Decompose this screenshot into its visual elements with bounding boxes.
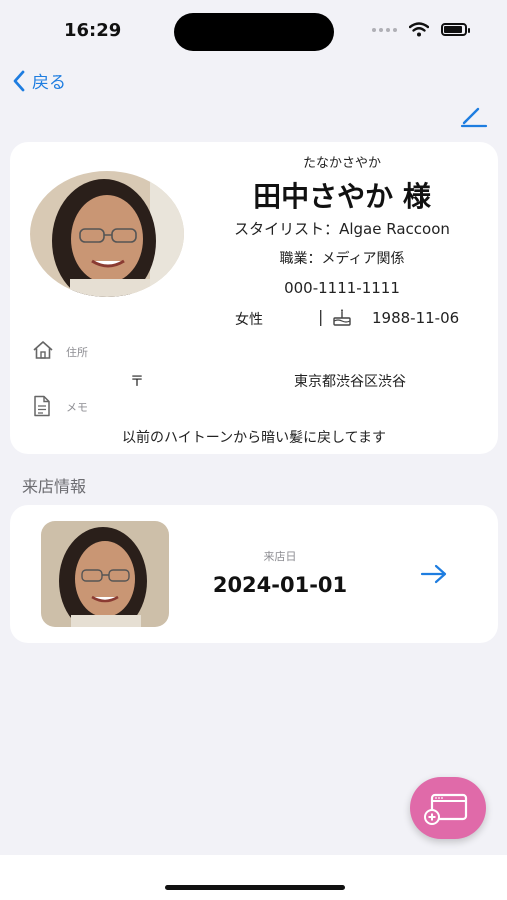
- postal-mark: 〒: [130, 374, 144, 390]
- customer-name-line: 田中さやか 様: [210, 175, 474, 215]
- address-value: 東京都渋谷区渋谷: [294, 374, 406, 390]
- visits-section-title: 来店情報: [22, 477, 87, 496]
- back-button[interactable]: 戻る: [12, 68, 66, 93]
- pencil-icon: [460, 107, 488, 128]
- wifi-icon: [409, 22, 429, 37]
- address-label: 住所: [66, 346, 88, 359]
- document-icon: [34, 395, 50, 417]
- bottom-bar: [0, 855, 507, 900]
- status-time: 16:29: [64, 20, 122, 41]
- add-window-icon: [424, 793, 468, 825]
- battery-icon: [441, 23, 470, 36]
- stylist-info: スタイリスト：Algae Raccoon: [234, 220, 450, 238]
- separator: |: [318, 307, 324, 326]
- visit-date-label: 来店日: [263, 550, 297, 563]
- visit-photo: [41, 521, 169, 627]
- memo-label: メモ: [66, 401, 88, 414]
- dynamic-island: [174, 13, 334, 51]
- cake-icon: [333, 309, 351, 326]
- customer-avatar: [30, 171, 184, 297]
- occupation-info: 職業：メディア関係: [279, 251, 405, 267]
- status-icons: [372, 22, 470, 37]
- customer-furigana: たなかさやか: [302, 156, 381, 171]
- arrow-right-icon: [420, 564, 447, 584]
- birthday-value: 1988-11-06: [372, 309, 460, 327]
- status-bar: 16:29: [0, 0, 507, 60]
- visit-date: 2024-01-01: [212, 573, 348, 597]
- gender-value: 女性: [235, 312, 263, 328]
- edit-button[interactable]: [460, 103, 488, 129]
- visit-list-item[interactable]: 来店日 2024-01-01: [10, 505, 498, 643]
- honorific: 様: [402, 180, 431, 213]
- customer-name: 田中さやか: [253, 180, 394, 213]
- home-icon: [33, 341, 53, 359]
- add-visit-button[interactable]: [410, 777, 486, 839]
- chevron-left-icon: [13, 70, 25, 91]
- phone-number: 000-1111-1111: [284, 279, 400, 297]
- customer-profile-card: たなかさやか 田中さやか 様 スタイリスト：Algae Raccoon 職業：メ…: [10, 142, 498, 454]
- back-label: 戻る: [32, 73, 66, 93]
- memo-text: 以前のハイトーンから暗い髪に戻してます: [122, 430, 386, 446]
- home-indicator: [165, 885, 345, 890]
- signal-icon: [372, 27, 397, 32]
